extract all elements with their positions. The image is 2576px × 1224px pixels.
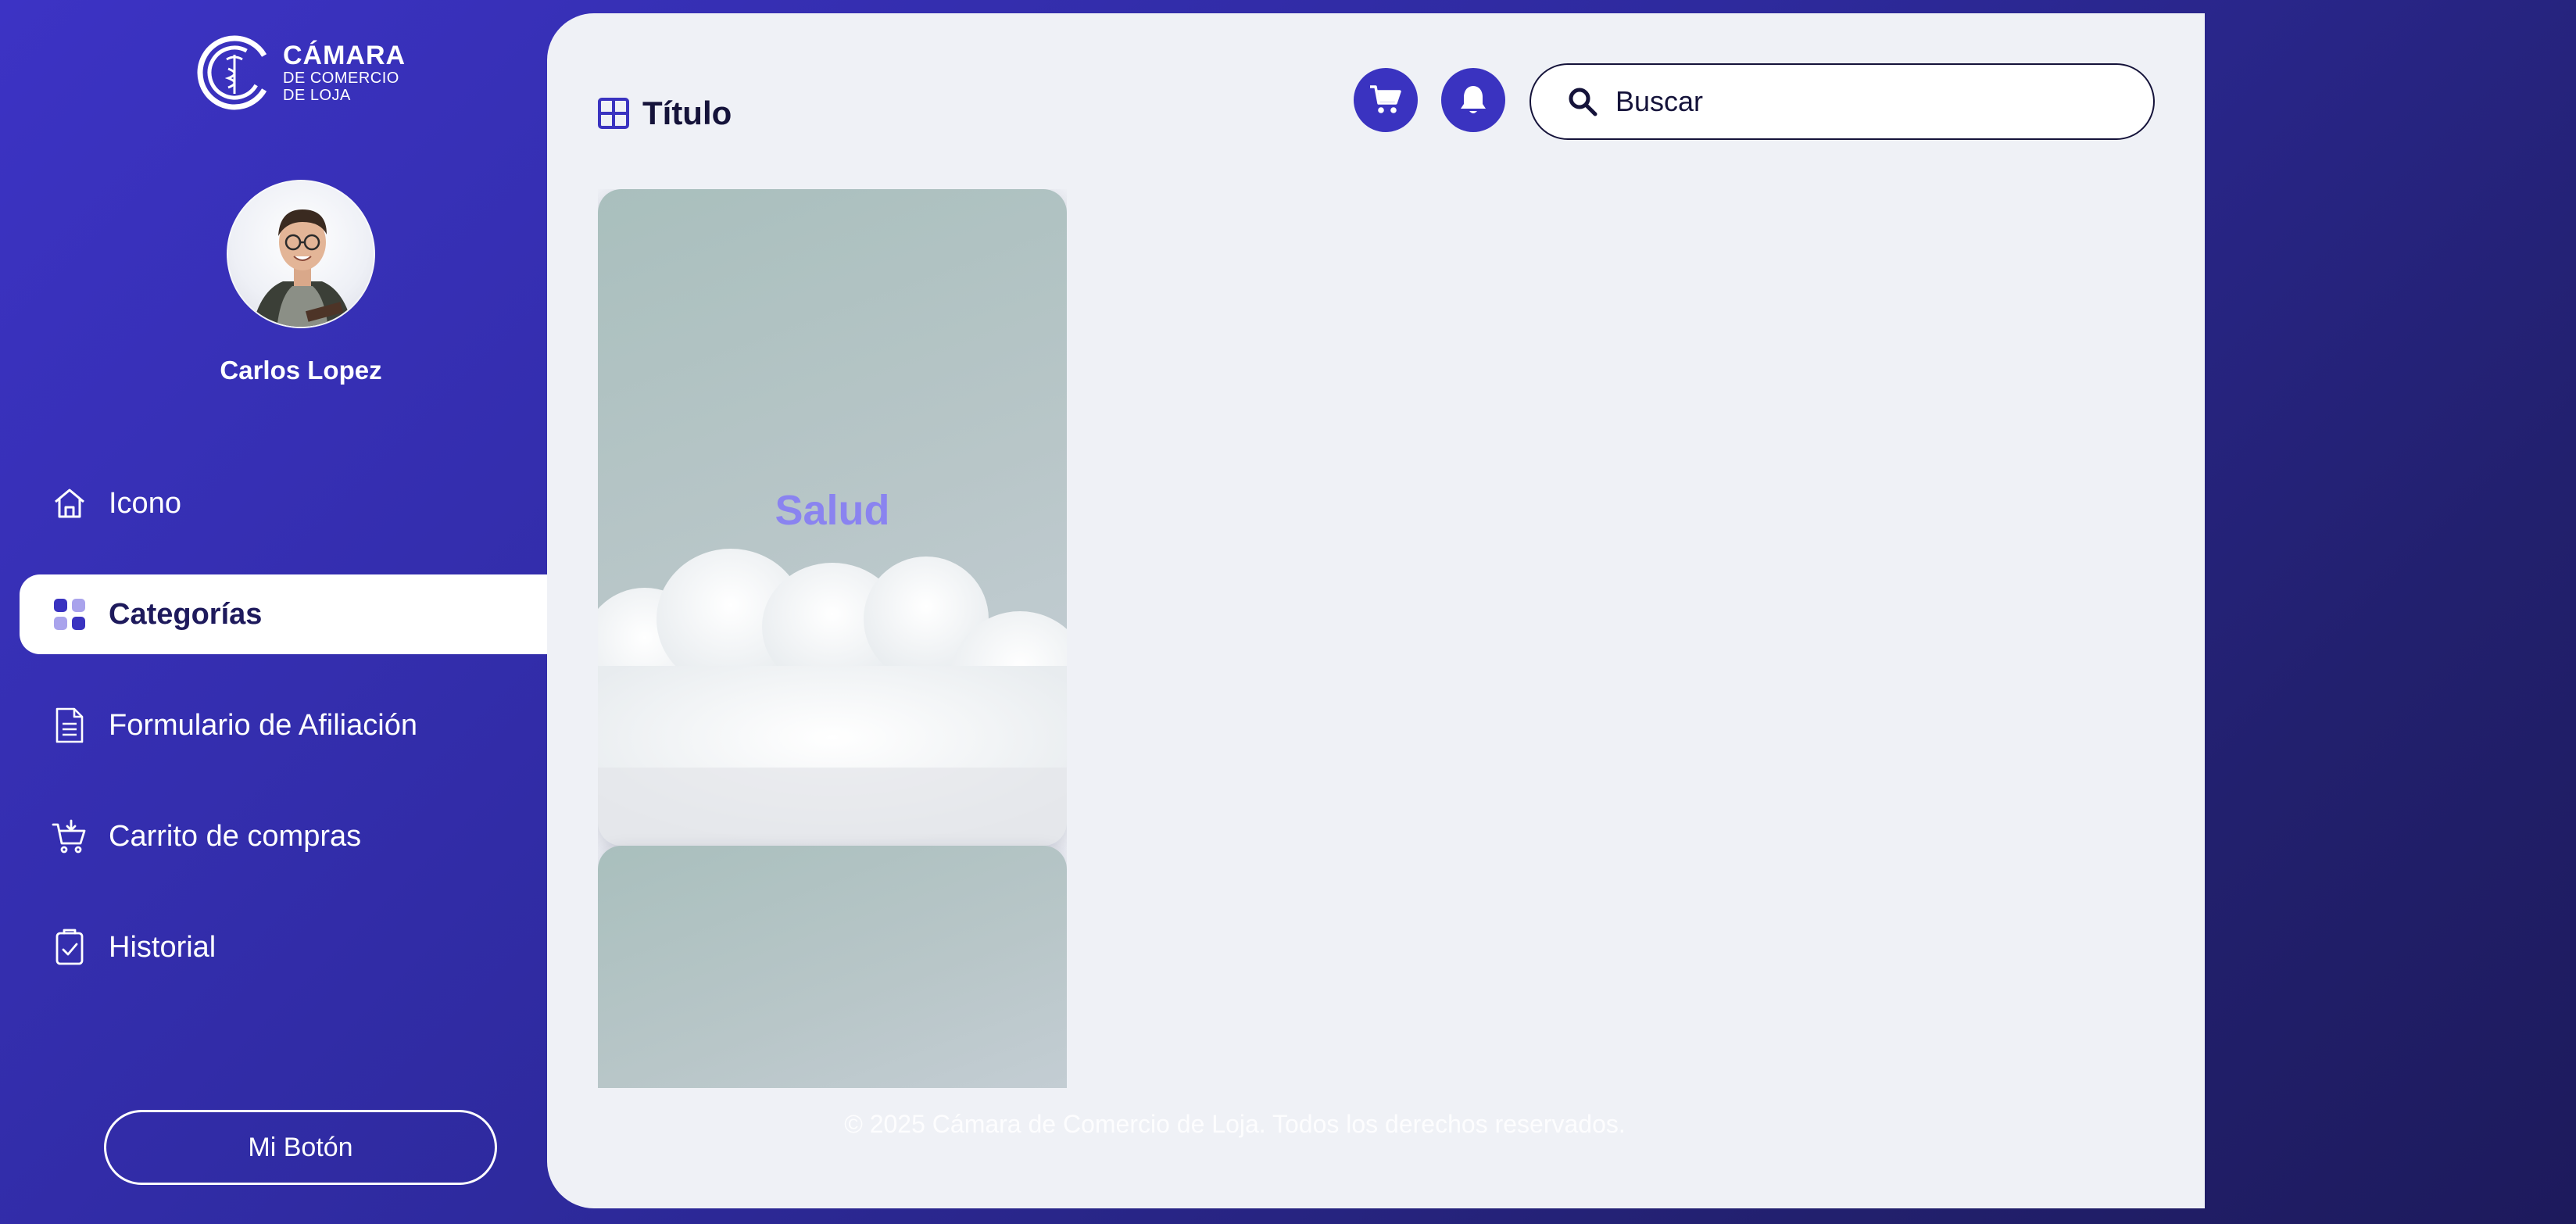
sidebar-item-label: Carrito de compras <box>109 819 362 853</box>
brand-line-2: DE COMERCIO <box>283 70 399 87</box>
avatar[interactable] <box>227 180 375 328</box>
grid-icon <box>598 98 629 129</box>
user-photo <box>252 209 353 327</box>
brand-line-1: CÁMARA <box>283 41 406 70</box>
brand-logo[interactable]: CÁMARA DE COMERCIO DE LOJA <box>195 31 406 114</box>
main-panel: Título Buscar Salud © 2025 Cámara de Com… <box>547 13 2205 1208</box>
user-name: Carlos Lopez <box>220 356 382 385</box>
notifications-button[interactable] <box>1441 68 1505 132</box>
sidebar-item-label: Icono <box>109 486 181 520</box>
sidebar-item-carrito[interactable]: Carrito de compras <box>20 796 582 876</box>
search-bar[interactable] <box>1530 63 2155 140</box>
clouds-image <box>598 549 1067 846</box>
sidebar: CÁMARA DE COMERCIO DE LOJA Carlos Lopez <box>0 0 582 1224</box>
sidebar-item-categorias[interactable]: Categorías <box>20 574 582 654</box>
sidebar-item-icono[interactable]: Icono <box>20 463 582 543</box>
bell-icon <box>1461 86 1486 113</box>
category-card-salud[interactable]: Salud <box>598 189 1067 846</box>
sidebar-item-historial[interactable]: Historial <box>20 907 582 987</box>
page-title: Título <box>642 95 732 131</box>
mi-boton-button[interactable]: Mi Botón <box>104 1110 497 1185</box>
home-icon <box>51 485 88 522</box>
sidebar-nav: Icono Categorías Formulario de Afiliació… <box>20 463 582 1018</box>
category-cards: Salud <box>598 189 1067 1088</box>
sidebar-item-label: Historial <box>109 930 216 964</box>
card-label: Salud <box>775 487 890 534</box>
search-input[interactable] <box>1615 85 2084 118</box>
form-document-icon <box>51 707 88 744</box>
camara-logo-icon <box>197 35 272 110</box>
history-clipboard-icon <box>51 929 88 966</box>
footer-copyright: © 2025 Cámara de Comercio de Loja. Todos… <box>844 1110 1626 1138</box>
cart-icon <box>1370 85 1401 113</box>
cart-button[interactable] <box>1354 68 1418 132</box>
categories-icon <box>51 596 88 633</box>
sidebar-item-formulario[interactable]: Formulario de Afiliación <box>20 685 582 765</box>
search-icon <box>1569 88 1597 116</box>
brand-name: CÁMARA DE COMERCIO DE LOJA <box>283 42 406 103</box>
sidebar-item-label: Categorías <box>109 597 263 631</box>
page-header: Título <box>597 95 732 132</box>
sidebar-item-label: Formulario de Afiliación <box>109 708 417 742</box>
shopping-cart-icon <box>51 818 88 855</box>
brand-line-3: DE LOJA <box>283 87 351 104</box>
category-card[interactable] <box>598 846 1067 1088</box>
